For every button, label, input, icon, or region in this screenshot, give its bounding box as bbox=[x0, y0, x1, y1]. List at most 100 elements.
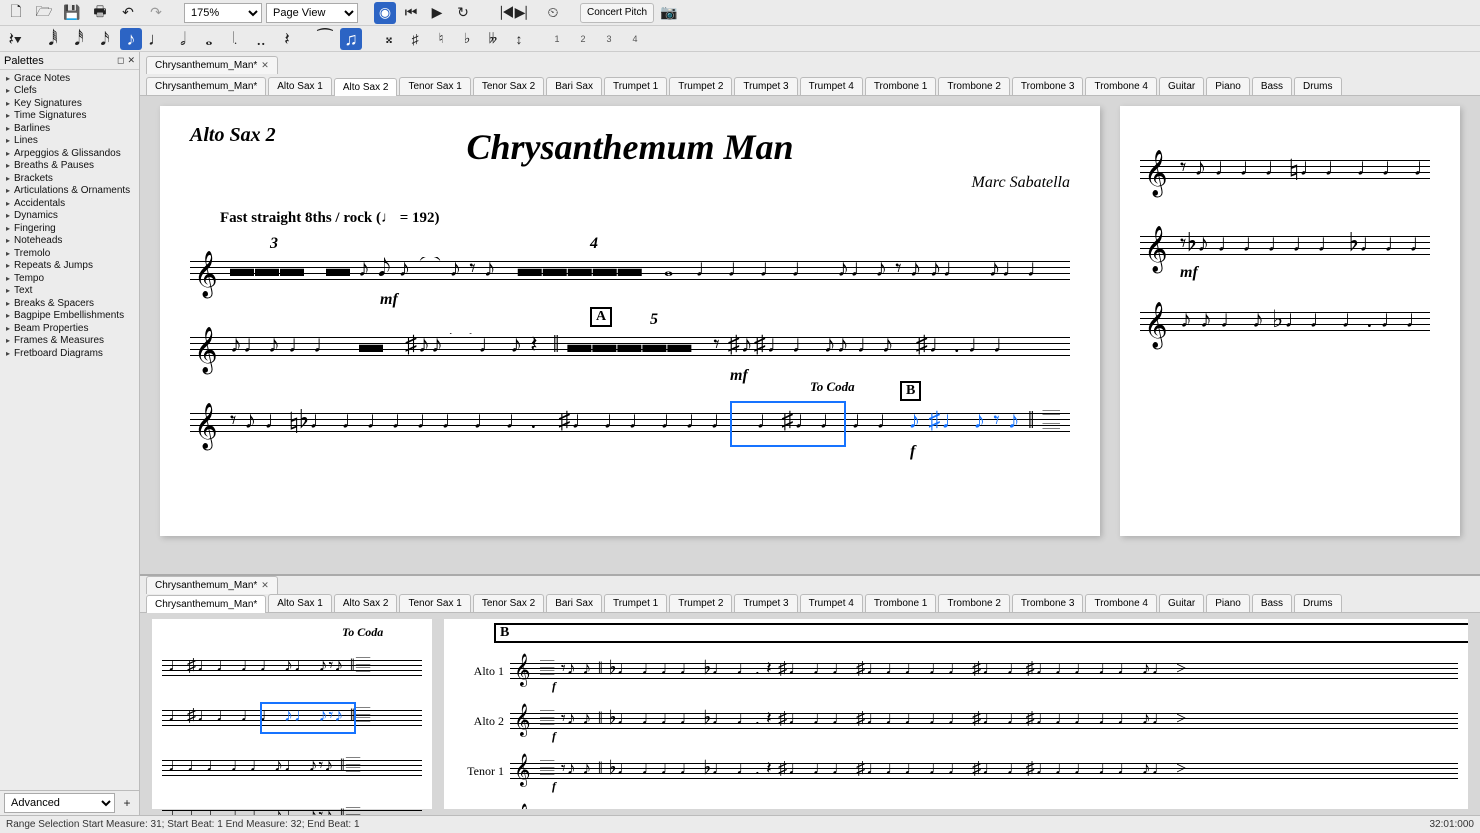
play-icon[interactable]: ▶ bbox=[426, 2, 448, 24]
staff-peek-2[interactable]: 𝄞𝄾♭♪ ♩♩♩♩♩ ♭♩♩♩ ♩♩mf bbox=[1140, 218, 1440, 278]
document-tab-lower[interactable]: Chrysanthemum_Man* ✕ bbox=[146, 576, 278, 594]
system-staff[interactable]: 𝄞𝄚 𝄾♪ ♪ ‖ ♭♩ ♩♩♩ ♭♩ ♩. 𝄽 ♯♩ ♩♩ ♯♩♩♩ ♩♩ ♯… bbox=[510, 699, 1458, 743]
part-tab[interactable]: Piano bbox=[1206, 594, 1250, 612]
rest-icon[interactable]: 𝄽 bbox=[276, 28, 298, 50]
palette-item[interactable]: ▸Repeats & Jumps bbox=[0, 260, 139, 273]
document-tab[interactable]: Chrysanthemum_Man* ✕ bbox=[146, 56, 278, 74]
palette-item[interactable]: ▸Clefs bbox=[0, 85, 139, 98]
part-tab[interactable]: Trumpet 4 bbox=[800, 594, 863, 612]
palettes-list[interactable]: ▸Grace Notes▸Clefs▸Key Signatures▸Time S… bbox=[0, 70, 139, 790]
dur-8th-icon[interactable]: ♪ bbox=[120, 28, 142, 50]
palette-item[interactable]: ▸Tremolo bbox=[0, 247, 139, 260]
voice-4[interactable]: 4 bbox=[624, 28, 646, 50]
staff-line-3[interactable]: 𝄞 To Coda B 𝄾 ♪ ♩♮♭♩ ♩♩♩♩♩ ♩ ♩. ♯♩ ♩♩ ♩♩… bbox=[190, 395, 1070, 455]
part-tab[interactable]: Tenor Sax 1 bbox=[399, 594, 470, 612]
score-pane-lower[interactable]: To Coda ♩♯♩♩ ♩♩ ♪♩ ♪𝄾♪ ‖𝄚 ♩♯♩♩ ♩♩ ♪♩ ♪𝄾♪… bbox=[140, 613, 1480, 815]
palette-item[interactable]: ▸Articulations & Ornaments bbox=[0, 185, 139, 198]
part-tab[interactable]: Trumpet 3 bbox=[734, 594, 797, 612]
dur-whole-icon[interactable]: 𝅝 bbox=[198, 28, 220, 50]
part-tab[interactable]: Guitar bbox=[1159, 77, 1204, 95]
double-flat-icon[interactable]: 𝄫 bbox=[482, 28, 504, 50]
part-tab[interactable]: Trombone 2 bbox=[938, 77, 1010, 95]
note-input-icon[interactable]: 𝄽▾ bbox=[4, 28, 26, 50]
palette-item[interactable]: ▸Tempo bbox=[0, 272, 139, 285]
part-tab[interactable]: Chrysanthemum_Man* bbox=[146, 595, 266, 613]
double-sharp-icon[interactable]: 𝄪 bbox=[378, 28, 400, 50]
palette-item[interactable]: ▸Frames & Measures bbox=[0, 335, 139, 348]
palette-item[interactable]: ▸Grace Notes bbox=[0, 72, 139, 85]
system-staff[interactable]: 𝄞𝄚 𝄾♪ ♪ ‖ ♭♩ ♩♩♩ ♭♩ ♩. 𝄽 ♯♩ ♩♩ ♯♩♩♩ ♩♩ ♯… bbox=[510, 649, 1458, 693]
loop-icon[interactable]: ↻ bbox=[452, 2, 474, 24]
concert-pitch-button[interactable]: Concert Pitch bbox=[580, 3, 654, 23]
part-tab[interactable]: Trumpet 4 bbox=[800, 77, 863, 95]
part-tab[interactable]: Trumpet 3 bbox=[734, 77, 797, 95]
part-tab[interactable]: Guitar bbox=[1159, 594, 1204, 612]
part-tab[interactable]: Alto Sax 2 bbox=[334, 78, 398, 96]
slur-icon[interactable]: ♫ bbox=[340, 28, 362, 50]
palette-item[interactable]: ▸Key Signatures bbox=[0, 97, 139, 110]
loop-end-icon[interactable]: ▶⎸ bbox=[516, 2, 538, 24]
part-tab[interactable]: Trombone 1 bbox=[865, 594, 937, 612]
camera-icon[interactable]: 📷 bbox=[658, 2, 680, 24]
part-tab[interactable]: Trombone 3 bbox=[1012, 594, 1084, 612]
part-tab[interactable]: Bari Sax bbox=[546, 77, 602, 95]
staff-peek-3[interactable]: 𝄞♪ ♪ ♩ ♪ ♭♩♩ ♩. ♩♩ ♪ bbox=[1140, 294, 1440, 354]
sharp-icon[interactable]: ♯ bbox=[404, 28, 426, 50]
part-tab[interactable]: Trombone 4 bbox=[1085, 594, 1157, 612]
metronome-icon[interactable]: ⏲ bbox=[542, 2, 564, 24]
close-tab-icon[interactable]: ✕ bbox=[261, 60, 269, 71]
nav-view-right[interactable]: B Alto 1𝄞𝄚 𝄾♪ ♪ ‖ ♭♩ ♩♩♩ ♭♩ ♩. 𝄽 ♯♩ ♩♩ ♯… bbox=[444, 619, 1468, 809]
part-tab[interactable]: Bari Sax bbox=[546, 594, 602, 612]
part-tab[interactable]: Trombone 4 bbox=[1085, 77, 1157, 95]
dot2-icon[interactable]: .. bbox=[250, 28, 272, 50]
tie-icon[interactable]: ⁀ bbox=[314, 28, 336, 50]
undo-icon[interactable]: ↶ bbox=[116, 2, 140, 24]
zoom-select[interactable]: 175% bbox=[184, 3, 262, 23]
staff-line-1[interactable]: 𝄞 3 4 ▬▬▬ ▬ ♪ 𝅘𝅥𝅮 ♪ ⁀ ♪ 𝄾 ♪ ▬▬▬▬▬ 𝅝 ♩ ♩ … bbox=[190, 243, 1070, 303]
redo-icon[interactable]: ↷ bbox=[144, 2, 168, 24]
voice-2[interactable]: 2 bbox=[572, 28, 594, 50]
part-tab[interactable]: Drums bbox=[1294, 77, 1341, 95]
part-tab[interactable]: Trumpet 2 bbox=[669, 594, 732, 612]
part-tab[interactable]: Bass bbox=[1252, 594, 1292, 612]
palette-item[interactable]: ▸Barlines bbox=[0, 122, 139, 135]
palette-item[interactable]: ▸Text bbox=[0, 285, 139, 298]
flip-icon[interactable]: ↕ bbox=[508, 28, 530, 50]
rewind-icon[interactable]: ⏮ bbox=[400, 2, 422, 24]
palette-item[interactable]: ▸Lines bbox=[0, 135, 139, 148]
nav-view-left[interactable]: To Coda ♩♯♩♩ ♩♩ ♪♩ ♪𝄾♪ ‖𝄚 ♩♯♩♩ ♩♩ ♪♩ ♪𝄾♪… bbox=[152, 619, 432, 809]
part-tab[interactable]: Piano bbox=[1206, 77, 1250, 95]
system-staff[interactable]: 𝄞𝄚 𝄾♪ ♪ ‖ ♭♩ ♩♩♩ ♭♩ ♩. 𝄽 ♯♩ ♩♩ ♯♩♩♩ ♩♩ ♯… bbox=[510, 749, 1458, 793]
score-pane-upper[interactable]: Alto Sax 2 Chrysanthemum Man Marc Sabate… bbox=[140, 96, 1480, 574]
new-file-icon[interactable]: 🗋 bbox=[4, 2, 28, 24]
natural-icon[interactable]: ♮ bbox=[430, 28, 452, 50]
midi-input-icon[interactable]: ◉ bbox=[374, 2, 396, 24]
palette-item[interactable]: ▸Dynamics bbox=[0, 210, 139, 223]
part-tab[interactable]: Bass bbox=[1252, 77, 1292, 95]
part-tab[interactable]: Tenor Sax 1 bbox=[399, 77, 470, 95]
part-tab[interactable]: Trumpet 1 bbox=[604, 594, 667, 612]
part-tab[interactable]: Trombone 3 bbox=[1012, 77, 1084, 95]
palette-item[interactable]: ▸Arpeggios & Glissandos bbox=[0, 147, 139, 160]
palette-item[interactable]: ▸Bagpipe Embellishments bbox=[0, 310, 139, 323]
part-tab[interactable]: Tenor Sax 2 bbox=[473, 594, 544, 612]
undock-icon[interactable]: ◻ bbox=[117, 55, 124, 66]
close-tab-icon[interactable]: ✕ bbox=[261, 580, 269, 591]
workspace-select[interactable]: Advanced bbox=[4, 793, 115, 813]
part-tab[interactable]: Trombone 1 bbox=[865, 77, 937, 95]
part-tab[interactable]: Alto Sax 1 bbox=[268, 77, 332, 95]
dot-icon[interactable]: 𝅥𝅭 bbox=[224, 28, 246, 50]
palette-item[interactable]: ▸Fingering bbox=[0, 222, 139, 235]
flat-icon[interactable]: ♭ bbox=[456, 28, 478, 50]
dur-half-icon[interactable]: 𝅗𝅥 bbox=[172, 28, 194, 50]
part-tab[interactable]: Alto Sax 2 bbox=[334, 594, 398, 612]
open-file-icon[interactable]: 🗁 bbox=[32, 2, 56, 24]
dur-32nd-icon[interactable]: 𝅘𝅥𝅰 bbox=[68, 28, 90, 50]
staff-peek-1[interactable]: 𝄞𝄾 ♪ ♩♩♩♮♩♩ ♩♩ ♩ ♭♩♩♩ bbox=[1140, 142, 1440, 202]
palette-item[interactable]: ▸Beam Properties bbox=[0, 322, 139, 335]
palette-item[interactable]: ▸Time Signatures bbox=[0, 110, 139, 123]
palette-item[interactable]: ▸Brackets bbox=[0, 172, 139, 185]
dur-64th-icon[interactable]: 𝅘𝅥𝅱 bbox=[42, 28, 64, 50]
voice-1[interactable]: 1 bbox=[546, 28, 568, 50]
loop-start-icon[interactable]: ⎹◀ bbox=[490, 2, 512, 24]
